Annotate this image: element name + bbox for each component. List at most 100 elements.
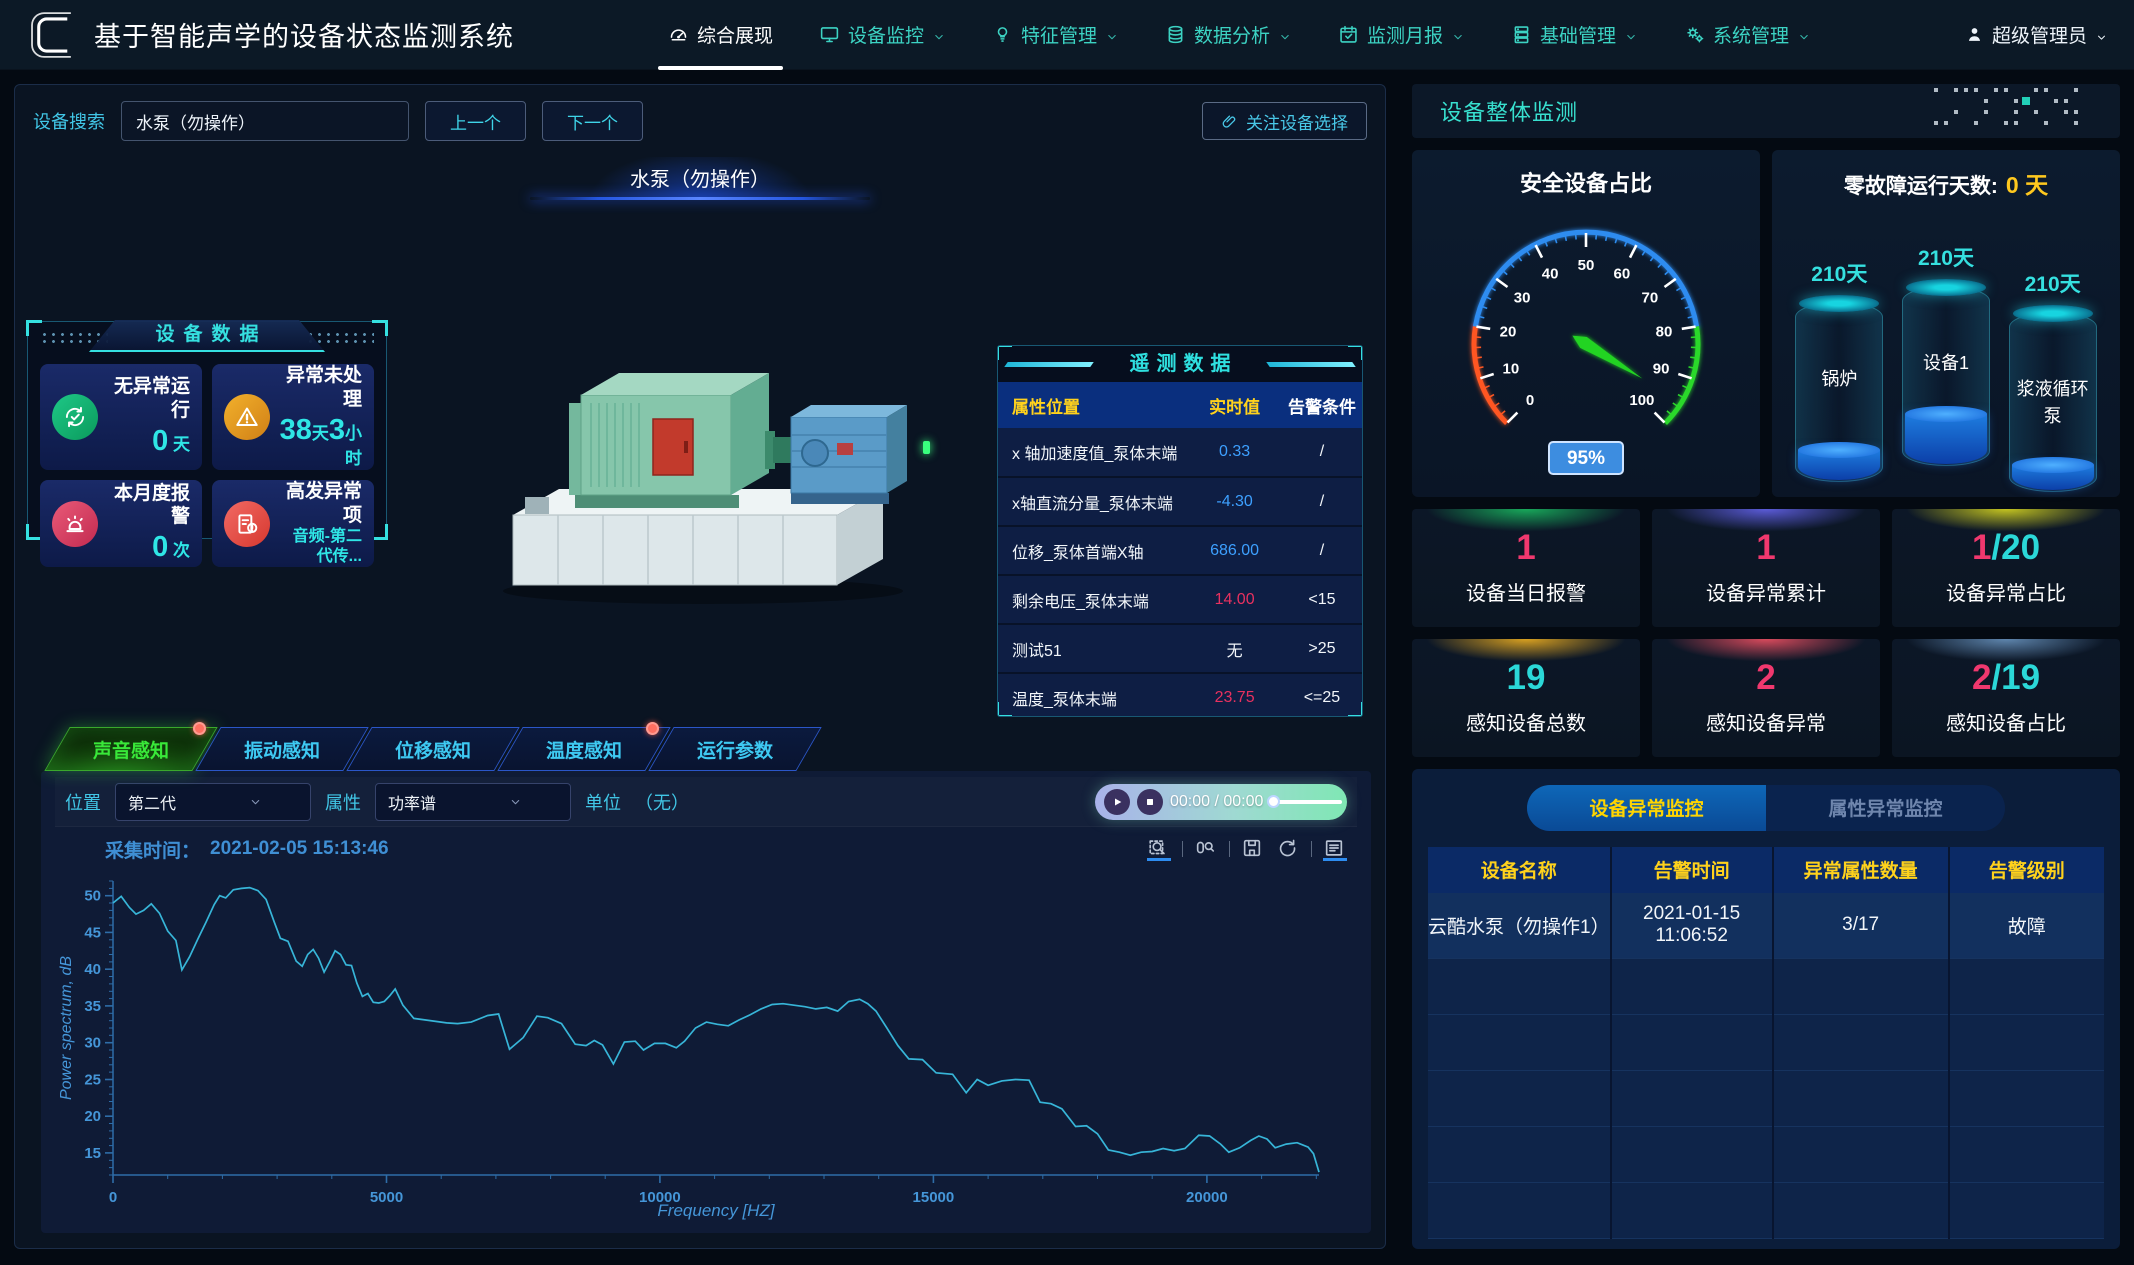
capture-time-label: 采集时间： [105, 836, 200, 863]
seek-handle[interactable] [1267, 795, 1280, 808]
table-row: 剩余电压_泵体末端14.00<15 [998, 575, 1362, 624]
toolbar-separator [1229, 841, 1230, 857]
stat-label: 感知设备占比 [1946, 707, 2066, 736]
alarm-cell-empty [1949, 1015, 2105, 1071]
pump-3d-model[interactable] [485, 267, 925, 617]
prev-device-button[interactable]: 上一个 [425, 101, 526, 141]
calendar-icon [1338, 24, 1359, 45]
gauge-title: 安全设备占比 [1412, 150, 1760, 198]
device-cylinder: 210天浆液循环泵 [2005, 268, 2101, 492]
svg-text:Power spectrum, dB: Power spectrum, dB [58, 956, 75, 1100]
sense-tab[interactable]: 温度感知 [497, 727, 670, 771]
chevron-down-icon [473, 795, 558, 809]
table-row-empty [1428, 1015, 2104, 1071]
zoom-icon[interactable] [1147, 837, 1171, 861]
alarm-cell-empty [1949, 1183, 2105, 1239]
svg-text:30: 30 [1514, 289, 1531, 306]
zero-fault-value: 0 天 [2006, 166, 2048, 200]
stat-value: 2/19 [1972, 660, 2040, 695]
save-image-icon[interactable] [1241, 837, 1265, 861]
sense-tab[interactable]: 振动感知 [195, 727, 368, 771]
toolbar-separator [1182, 841, 1183, 857]
device-stat-text: 高发异常项音频-第二代传... [278, 480, 362, 568]
toolbar-separator [1311, 841, 1312, 857]
svg-text:50: 50 [84, 888, 101, 905]
telemetry-value: 14.00 [1187, 575, 1282, 624]
device-search-bar: 设备搜索 上一个 下一个 关注设备选择 [15, 93, 1385, 149]
sense-tab[interactable]: 运行参数 [648, 727, 821, 771]
table-row: 测试51无>25 [998, 624, 1362, 673]
top-nav: 基于智能声学的设备状态监测系统 综合展现设备监控特征管理数据分析监测月报基础管理… [0, 0, 2134, 70]
svg-text:45: 45 [84, 924, 101, 941]
bulb-icon [992, 24, 1013, 45]
seek-slider[interactable] [1270, 800, 1342, 804]
telemetry-col-header: 实时值 [1187, 382, 1282, 428]
alarm-cell-empty [1428, 1015, 1611, 1071]
playback-time: 00:00 / 00:00 [1170, 793, 1263, 811]
alarm-col-header: 设备名称 [1428, 847, 1611, 893]
nav-item[interactable]: 综合展现 [668, 0, 773, 70]
svg-text:20: 20 [84, 1108, 101, 1125]
zoom-reset-icon[interactable] [1194, 837, 1218, 861]
device-search-input[interactable] [121, 101, 409, 141]
spectrum-chart[interactable]: 152025303540455005000100001500020000Freq… [55, 869, 1357, 1226]
position-select[interactable]: 第二代 [115, 783, 311, 821]
paperclip-icon [1221, 113, 1238, 130]
attribute-select[interactable]: 功率谱 [375, 783, 571, 821]
stop-button[interactable] [1137, 789, 1163, 815]
alarm-tab[interactable]: 设备异常监控 [1527, 785, 1766, 831]
cylinder-liquid [1905, 414, 1987, 463]
alert-badge [646, 722, 659, 735]
alarm-tab[interactable]: 属性异常监控 [1766, 785, 2005, 831]
svg-text:5000: 5000 [370, 1189, 403, 1206]
stat-value: 1 [1756, 530, 1775, 565]
cylinder-days: 210天 [1811, 258, 1867, 288]
sense-tab-inner: 振动感知 [209, 728, 355, 770]
alarm-cell-empty [1773, 1127, 1949, 1183]
3d-viewer[interactable]: 水泵（勿操作） [15, 149, 1385, 725]
nav-item[interactable]: 设备监控 [819, 0, 946, 70]
alarm-cell: 云酷水泵（勿操作1） [1428, 893, 1611, 959]
svg-text:15: 15 [84, 1145, 101, 1162]
nav-item[interactable]: 特征管理 [992, 0, 1119, 70]
device-stat-card: 高发异常项音频-第二代传... [212, 480, 374, 568]
table-row-empty [1428, 1183, 2104, 1239]
nav-item[interactable]: 数据分析 [1165, 0, 1292, 70]
app-logo-icon [26, 10, 80, 60]
alarm-icon [52, 501, 98, 547]
next-device-button[interactable]: 下一个 [542, 101, 643, 141]
overview-stats: 1设备当日报警1设备异常累计1/20设备异常占比19感知设备总数2感知设备异常2… [1412, 509, 2120, 757]
alarm-table: 设备名称告警时间异常属性数量告警级别 云酷水泵（勿操作1）2021-01-15 … [1428, 847, 2104, 1240]
cylinder-days: 210天 [1918, 242, 1974, 272]
nav-item[interactable]: 系统管理 [1684, 0, 1811, 70]
telemetry-attr-name: x轴直流分量_泵体末端 [998, 477, 1187, 526]
cylinder: 锅炉 [1795, 302, 1883, 482]
user-name: 超级管理员 [1992, 21, 2087, 48]
check-cycle-icon [52, 394, 98, 440]
telemetry-attr-name: x 轴加速度值_泵体末端 [998, 428, 1187, 477]
play-button[interactable] [1104, 789, 1130, 815]
sense-tab-label: 位移感知 [395, 736, 471, 763]
alarm-cell-empty [1611, 1183, 1773, 1239]
sense-tab[interactable]: 位移感知 [346, 727, 519, 771]
user-menu[interactable]: 超级管理员 [1965, 21, 2108, 48]
focus-device-select-button[interactable]: 关注设备选择 [1202, 102, 1367, 140]
nav-item[interactable]: 基础管理 [1511, 0, 1638, 70]
device-stat-label: 无异常运行 [106, 375, 190, 423]
audio-player: 00:00 / 00:00 [1095, 784, 1347, 820]
play-icon [1109, 794, 1125, 810]
svg-text:40: 40 [84, 961, 101, 978]
sense-tab[interactable]: 声音感知 [44, 727, 217, 771]
chevron-down-icon [2095, 28, 2108, 41]
overview-title: 设备整体监测 [1440, 95, 1578, 127]
telemetry-col-header: 告警条件 [1282, 382, 1362, 428]
device-stat-value: 0 天 [106, 423, 190, 459]
cylinder-top [1906, 279, 1986, 296]
telemetry-attr-name: 剩余电压_泵体末端 [998, 575, 1187, 624]
nav-item[interactable]: 监测月报 [1338, 0, 1465, 70]
data-view-icon[interactable] [1323, 837, 1347, 861]
alarm-cell-empty [1428, 1127, 1611, 1183]
server-icon [1511, 24, 1532, 45]
svg-text:0: 0 [1526, 391, 1534, 408]
restore-icon[interactable] [1276, 837, 1300, 861]
